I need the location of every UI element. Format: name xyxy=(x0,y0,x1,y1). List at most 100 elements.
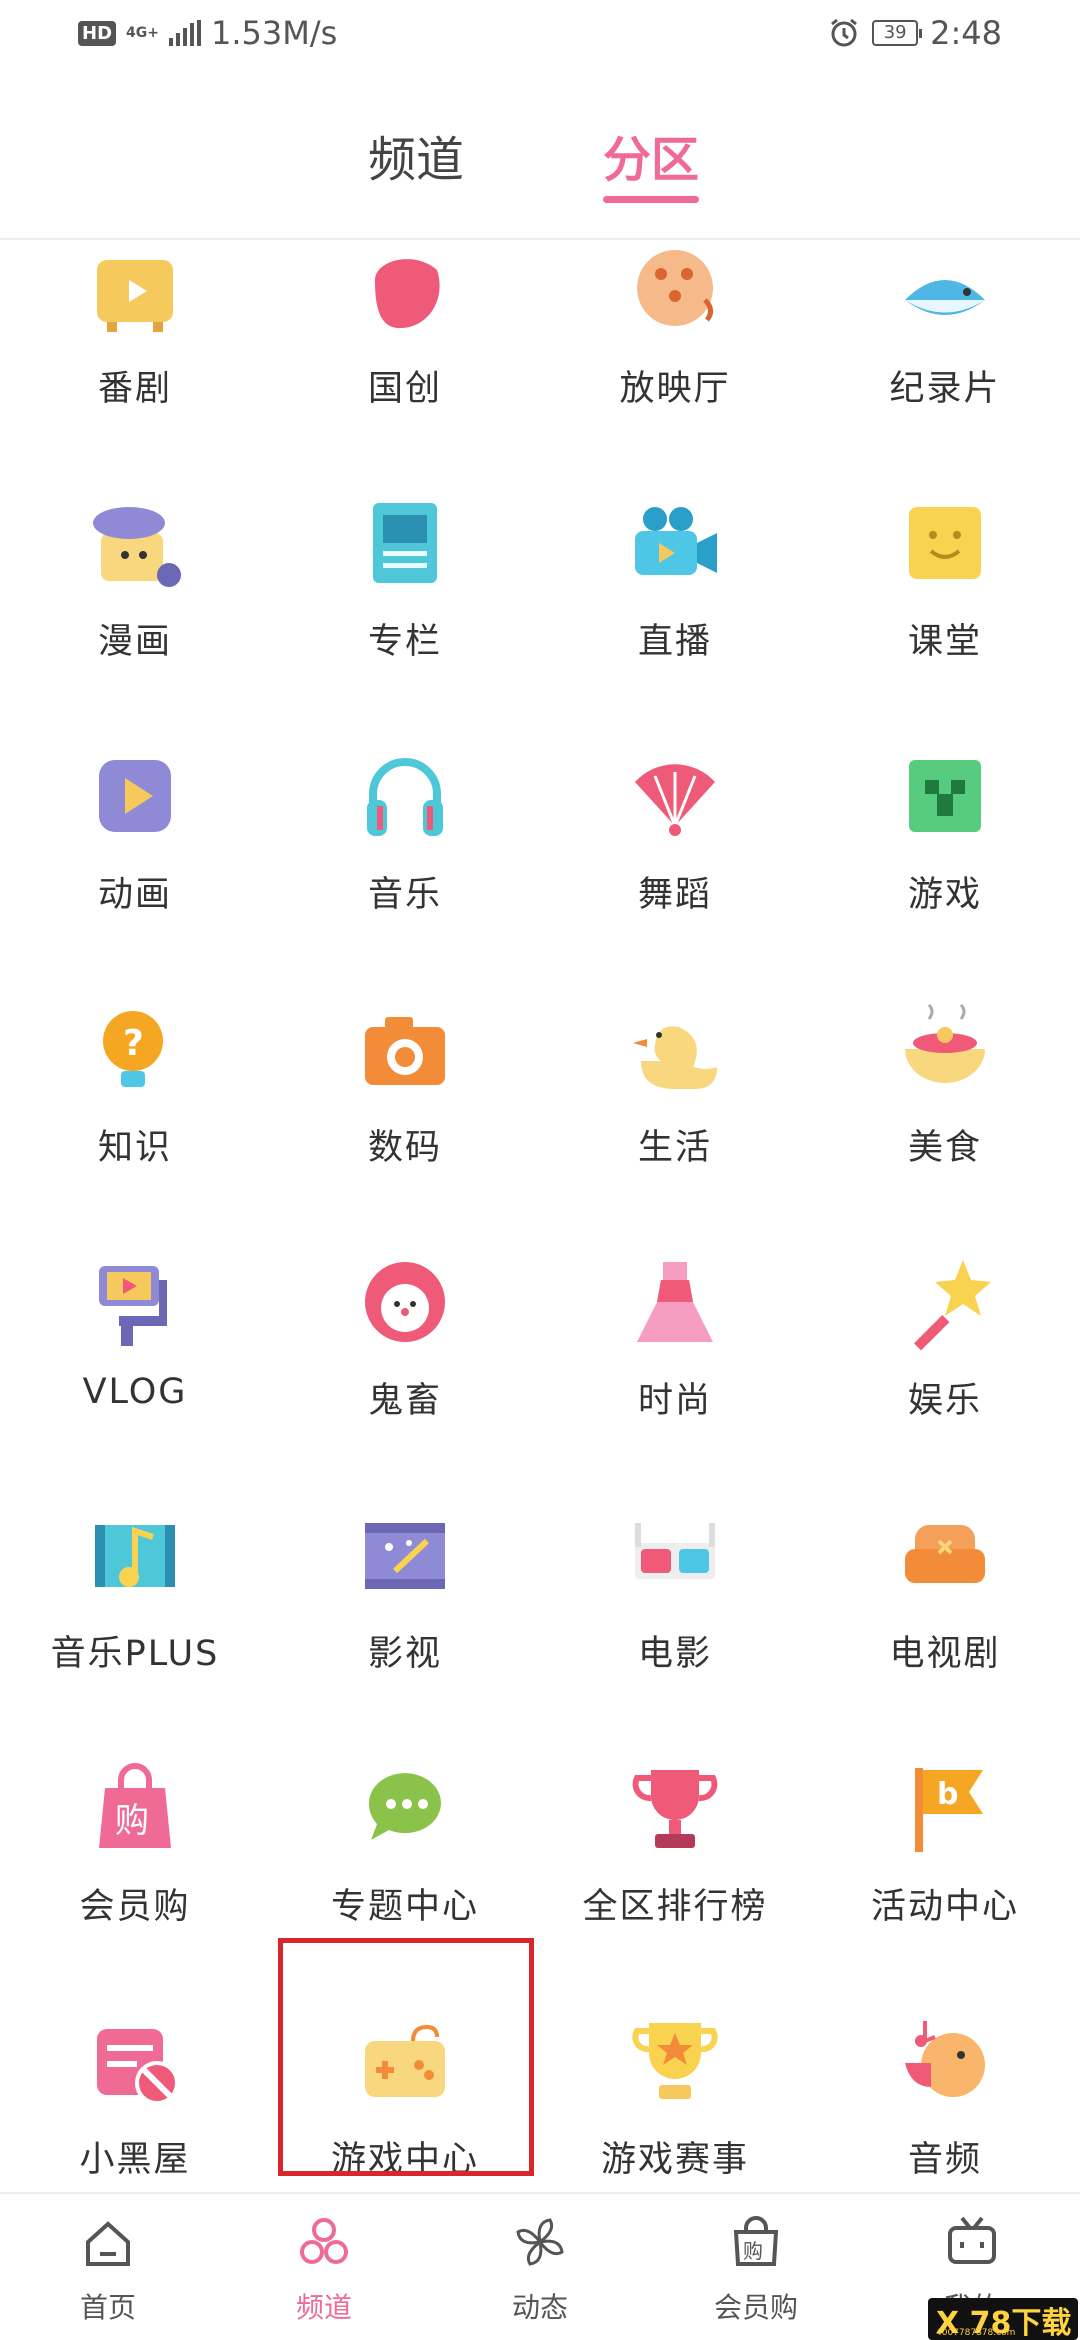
zone-item-22[interactable]: 电影 xyxy=(540,1339,810,1674)
zone-item-7[interactable]: 课堂 xyxy=(810,327,1080,662)
home-icon xyxy=(86,2221,130,2266)
zone-item-1[interactable]: 国创 xyxy=(270,242,540,409)
tab-zone-label: 分区 xyxy=(603,132,700,188)
zone-item-24[interactable]: 购会员购 xyxy=(0,1592,270,1927)
bottom-nav: 首页频道动态购会员购我的 xyxy=(0,2192,1080,2340)
singing-bird-icon xyxy=(905,2021,985,2097)
lightbulb-question-icon: ? xyxy=(103,1011,163,1087)
highlight-box xyxy=(278,1938,534,2176)
tv-face-icon xyxy=(948,2216,996,2264)
zone-item-31[interactable]: 音频 xyxy=(810,1845,1080,2180)
creeper-icon xyxy=(909,760,981,832)
clock: 2:48 xyxy=(930,14,1002,52)
status-bar: HD 4G+ 1.53M/s 39 2:48 xyxy=(0,0,1080,72)
zone-item-2[interactable]: 放映厅 xyxy=(540,242,810,409)
zone-item-26[interactable]: 全区排行榜 xyxy=(540,1592,810,1927)
guochuang-icon xyxy=(375,259,440,329)
popcorn-icon xyxy=(637,250,713,326)
nav-item-2[interactable]: 动态 xyxy=(432,2194,648,2340)
trophy-icon xyxy=(632,1770,718,1848)
net-speed: 1.53M/s xyxy=(210,14,338,52)
shopping-bag-icon: 购 xyxy=(99,1763,171,1848)
star-wand-icon xyxy=(914,1260,991,1351)
3d-glasses-icon xyxy=(635,1523,715,1579)
channel-circles-icon xyxy=(300,2218,348,2264)
signal-icon xyxy=(168,20,201,46)
clown-icon xyxy=(365,1262,445,1342)
battery-icon: 39 xyxy=(872,20,923,46)
active-tab-underline xyxy=(603,196,700,203)
tab-zone[interactable]: 分区 xyxy=(603,120,700,203)
food-bowl-icon xyxy=(905,1003,985,1083)
zone-item-3[interactable]: 纪录片 xyxy=(810,242,1080,409)
zone-item-17[interactable]: 鬼畜 xyxy=(270,1086,540,1421)
nav-item-3[interactable]: 购会员购 xyxy=(648,2194,864,2340)
status-right: 39 2:48 xyxy=(828,14,1002,52)
zone-item-4[interactable]: 漫画 xyxy=(0,327,270,662)
music-film-icon xyxy=(95,1525,175,1587)
shop-bag-icon: 购 xyxy=(733,2216,779,2266)
zone-item-30[interactable]: 游戏赛事 xyxy=(540,1845,810,2180)
zone-label: 音频 xyxy=(907,2140,982,2180)
tv-icon xyxy=(97,260,173,332)
film-magic-icon xyxy=(365,1523,445,1589)
zone-item-25[interactable]: 专题中心 xyxy=(270,1592,540,1927)
svg-text:?: ? xyxy=(123,1023,144,1064)
zone-item-18[interactable]: 时尚 xyxy=(540,1086,810,1421)
tab-channel-label: 频道 xyxy=(368,132,465,188)
zone-item-16[interactable]: VLOG xyxy=(0,1086,270,1412)
star-cup-icon xyxy=(632,2023,718,2099)
nav-item-0[interactable]: 首页 xyxy=(0,2194,216,2340)
sofa-icon xyxy=(905,1525,985,1583)
hd-badge: HD xyxy=(78,20,117,46)
classroom-icon xyxy=(909,507,981,579)
zone-item-14[interactable]: 生活 xyxy=(540,833,810,1168)
vlog-stabilizer-icon xyxy=(99,1266,167,1346)
svg-text:购: 购 xyxy=(743,2239,763,2263)
zone-item-27[interactable]: b 活动中心 xyxy=(810,1592,1080,1927)
zone-item-10[interactable]: 舞蹈 xyxy=(540,580,810,915)
nav-item-1[interactable]: 频道 xyxy=(216,2194,432,2340)
zone-item-23[interactable]: 电视剧 xyxy=(810,1339,1080,1674)
status-left: HD 4G+ 1.53M/s xyxy=(78,14,337,52)
banned-icon xyxy=(97,2029,179,2105)
zone-item-13[interactable]: 数码 xyxy=(270,833,540,1168)
zone-item-5[interactable]: 专栏 xyxy=(270,327,540,662)
zone-item-28[interactable]: 小黑屋 xyxy=(0,1845,270,2180)
zone-item-6[interactable]: 直播 xyxy=(540,327,810,662)
zone-item-21[interactable]: 影视 xyxy=(270,1339,540,1674)
fan-icon xyxy=(635,764,715,836)
pinwheel-icon xyxy=(516,2218,564,2266)
zone-item-0[interactable]: 番剧 xyxy=(0,242,270,409)
zone-label: 游戏赛事 xyxy=(600,2140,749,2180)
video-camera-icon xyxy=(635,507,717,575)
zone-item-20[interactable]: 音乐PLUS xyxy=(0,1339,270,1674)
flag-icon: b xyxy=(915,1768,983,1852)
headphones-icon xyxy=(367,758,443,836)
whale-icon xyxy=(905,280,985,315)
chat-bubble-icon xyxy=(368,1773,441,1840)
animation-play-icon xyxy=(99,760,171,832)
tab-channel[interactable]: 频道 xyxy=(368,120,464,190)
nav-label: 首页 xyxy=(79,2291,136,2324)
duck-icon xyxy=(633,1026,717,1089)
zone-item-12[interactable]: ? 知识 xyxy=(0,833,270,1168)
zone-item-15[interactable]: 美食 xyxy=(810,833,1080,1168)
nav-label: 频道 xyxy=(295,2291,352,2324)
zone-item-8[interactable]: 动画 xyxy=(0,580,270,915)
column-article-icon xyxy=(373,503,437,583)
svg-text:b: b xyxy=(937,1777,958,1812)
network-type: 4G+ xyxy=(126,25,159,41)
alarm-icon xyxy=(831,18,858,47)
zone-item-9[interactable]: 音乐 xyxy=(270,580,540,915)
comic-icon xyxy=(93,507,181,587)
zone-item-19[interactable]: 娱乐 xyxy=(810,1086,1080,1421)
dress-icon xyxy=(637,1262,713,1342)
watermark-url: 4007787878.com xyxy=(936,2328,1016,2338)
zone-grid: 番剧 国创 放映厅 纪录片漫画 专栏 直播 课堂动画 音乐 舞蹈 游戏 ? 知识 数码 生活 美食 VLOG 鬼… xyxy=(0,242,1080,2192)
camera-icon xyxy=(365,1017,445,1085)
nav-label: 动态 xyxy=(511,2291,568,2324)
zone-item-11[interactable]: 游戏 xyxy=(810,580,1080,915)
svg-text:购: 购 xyxy=(115,1801,149,1841)
top-tabs: 频道 分区 xyxy=(0,100,1080,240)
